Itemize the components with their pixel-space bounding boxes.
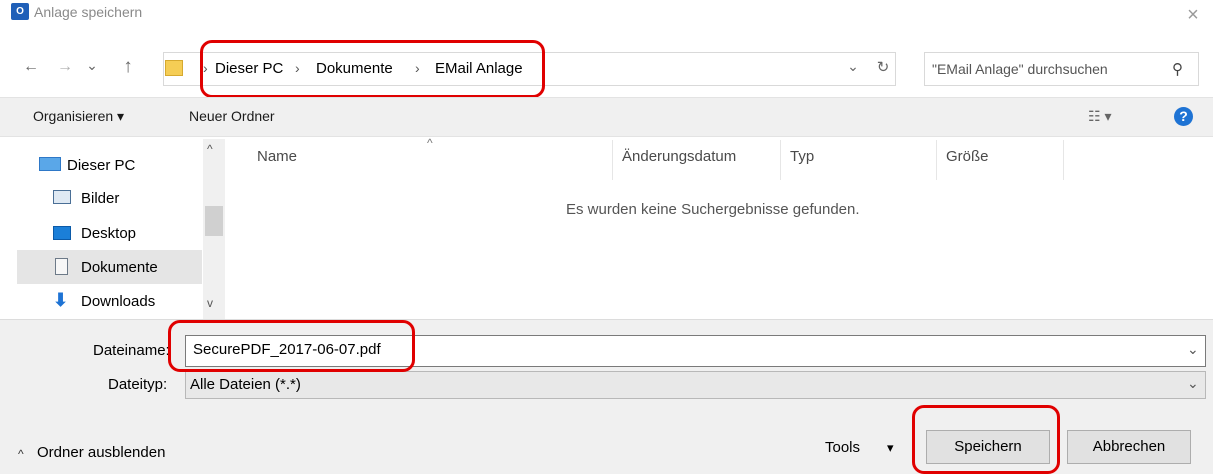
filename-label: Dateiname: [93,342,170,359]
desktop-icon [53,226,71,240]
sidebar-item-pictures[interactable]: Bilder [17,187,202,217]
search-icon[interactable]: ⚲ [1172,60,1183,78]
address-dropdown-button[interactable]: ⌄ [843,58,863,75]
highlight-filename [168,320,415,372]
recent-locations-button[interactable]: ⌄ [80,57,104,74]
column-header-name[interactable]: Name [257,148,297,165]
highlight-breadcrumb [200,40,545,98]
scroll-down-icon[interactable]: v [207,296,213,310]
hide-folders-button[interactable]: Ordner ausblenden [37,444,165,461]
new-folder-button[interactable]: Neuer Ordner [189,108,275,124]
back-button[interactable]: ← [16,58,46,76]
up-arrow-icon: ↑ [123,56,133,77]
filetype-select[interactable] [185,371,1206,399]
scrollbar-thumb[interactable] [205,206,223,236]
column-divider[interactable] [780,140,781,180]
sidebar-item-label: Dokumente [81,259,158,276]
outlook-app-icon: O [11,3,29,20]
back-arrow-icon: ← [23,58,39,75]
chevron-down-icon: ⌄ [86,57,98,73]
sidebar-item-downloads[interactable]: ⬇ Downloads [17,290,202,320]
column-divider[interactable] [612,140,613,180]
organize-button[interactable]: Organisieren ▾ [33,108,124,125]
highlight-save-button [912,405,1060,474]
search-placeholder: "EMail Anlage" durchsuchen [932,61,1108,77]
column-header-modified[interactable]: Änderungsdatum [622,148,736,165]
sidebar-item-label: Desktop [81,225,137,242]
pictures-icon [53,190,71,204]
help-icon[interactable]: ? [1174,107,1193,126]
sidebar-item-label: Downloads [81,293,156,310]
sort-ascending-icon: ^ [427,136,433,150]
up-button[interactable]: ↑ [113,56,143,78]
tools-dropdown-icon[interactable]: ▾ [887,440,894,456]
chevron-down-icon[interactable]: ⌄ [1187,341,1199,358]
filetype-label: Dateityp: [108,376,168,393]
downloads-icon: ⬇ [53,290,69,310]
column-divider[interactable] [1063,140,1064,180]
forward-button[interactable]: → [50,58,80,76]
filetype-value[interactable]: Alle Dateien (*.*) [190,376,301,393]
sidebar-item-documents[interactable]: Dokumente [17,256,202,286]
close-button[interactable]: × [1178,0,1208,30]
tools-button[interactable]: Tools [825,439,860,456]
folder-icon [165,60,183,76]
column-header-size[interactable]: Größe [946,148,989,165]
view-list-icon: ☷ ▾ [1088,108,1112,124]
computer-icon [39,157,61,171]
view-options-button[interactable]: ☷ ▾ [1088,108,1111,125]
column-divider[interactable] [936,140,937,180]
sidebar-item-this-pc[interactable]: Dieser PC [17,153,202,183]
chevron-down-icon[interactable]: ⌄ [1187,375,1199,392]
window-title: Anlage speichern [34,4,143,20]
refresh-button[interactable]: ↻ [873,58,893,76]
column-header-type[interactable]: Typ [790,148,814,165]
empty-results-message: Es wurden keine Suchergebnisse gefunden. [566,201,860,218]
sidebar-item-label: Dieser PC [67,157,136,174]
sidebar-item-desktop[interactable]: Desktop [17,222,202,252]
title-bar [0,0,1213,36]
toolbar [0,97,1213,137]
cancel-button[interactable]: Abbrechen [1067,430,1191,464]
documents-icon [55,258,68,275]
sidebar-item-label: Bilder [81,190,120,207]
scroll-up-icon[interactable]: ^ [207,142,213,156]
refresh-icon: ↻ [876,59,890,76]
forward-arrow-icon: → [57,58,73,75]
chevron-up-icon[interactable]: ^ [18,447,24,461]
chevron-down-icon: ⌄ [847,58,859,74]
